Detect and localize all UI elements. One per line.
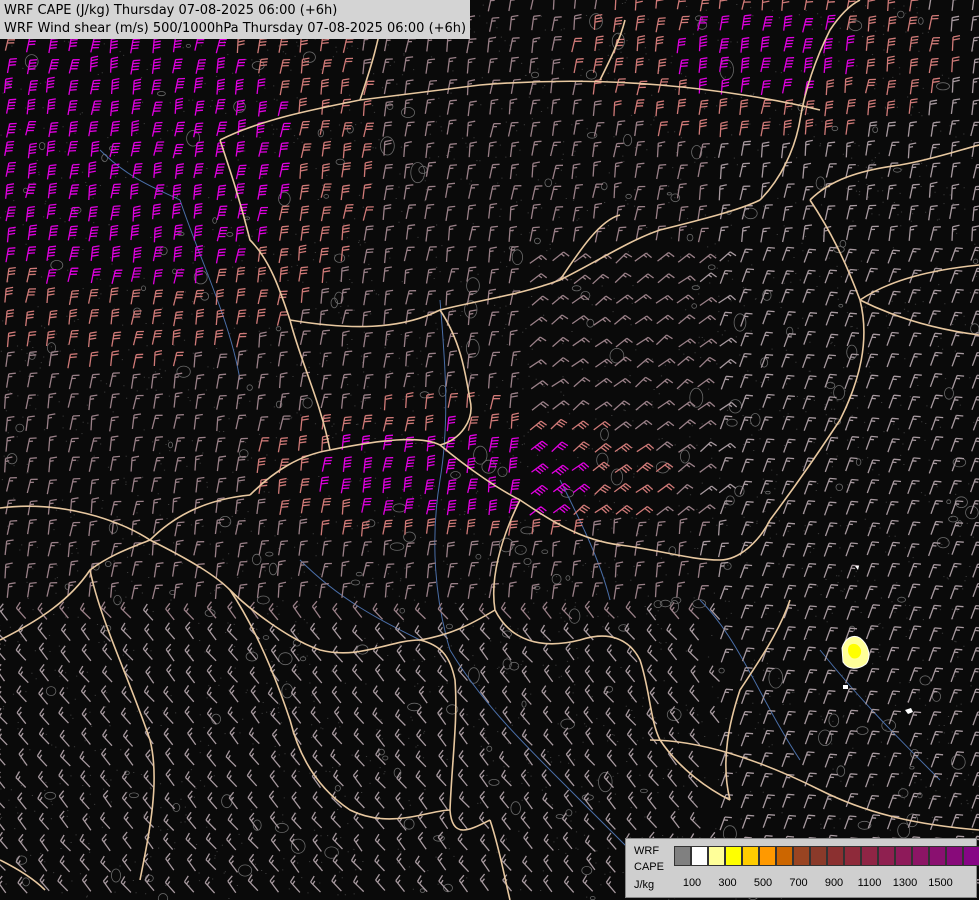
legend-swatch [759,846,776,866]
legend-swatch [861,846,878,866]
title-wind-shear: WRF Wind shear (m/s) 500/1000hPa Thursda… [4,21,467,36]
legend-swatch [929,846,946,866]
legend-ticks: 100 300 500 700 900 1100 1300 1500 [674,877,974,891]
weather-map[interactable] [0,0,979,900]
legend-swatch [895,846,912,866]
legend-tick: 1100 [857,877,882,889]
legend-tick: 100 [682,877,702,889]
legend-swatch [810,846,827,866]
legend-tick: 1500 [928,877,953,889]
legend-swatch [946,846,963,866]
legend-swatch [878,846,895,866]
legend-swatch [708,846,725,866]
legend-swatch [844,846,861,866]
legend-swatch [725,846,742,866]
cape-legend: WRF CAPE J/kg 100 300 500 700 900 1100 1300 150… [625,838,979,898]
legend-swatch [742,846,759,866]
legend-tick: 500 [753,877,773,889]
title-cape: WRF CAPE (J/kg) Thursday 07-08-2025 06:0… [4,3,338,18]
legend-swatch [827,846,844,866]
legend-label-field: CAPE [634,861,664,873]
legend-tick: 900 [824,877,844,889]
map-title: WRF CAPE (J/kg) Thursday 07-08-2025 06:0… [0,0,471,39]
legend-label-model: WRF [634,845,660,857]
legend-tick: 300 [718,877,737,889]
legend-swatch [793,846,810,866]
legend-swatches [674,846,979,866]
legend-swatch [776,846,793,866]
legend-swatch [912,846,929,866]
legend-swatch [963,846,979,866]
legend-tick: 1300 [892,877,918,889]
legend-tick: 700 [789,877,808,889]
legend-swatch [691,846,708,866]
legend-swatch [674,846,691,866]
legend-label-unit: J/kg [634,879,655,891]
